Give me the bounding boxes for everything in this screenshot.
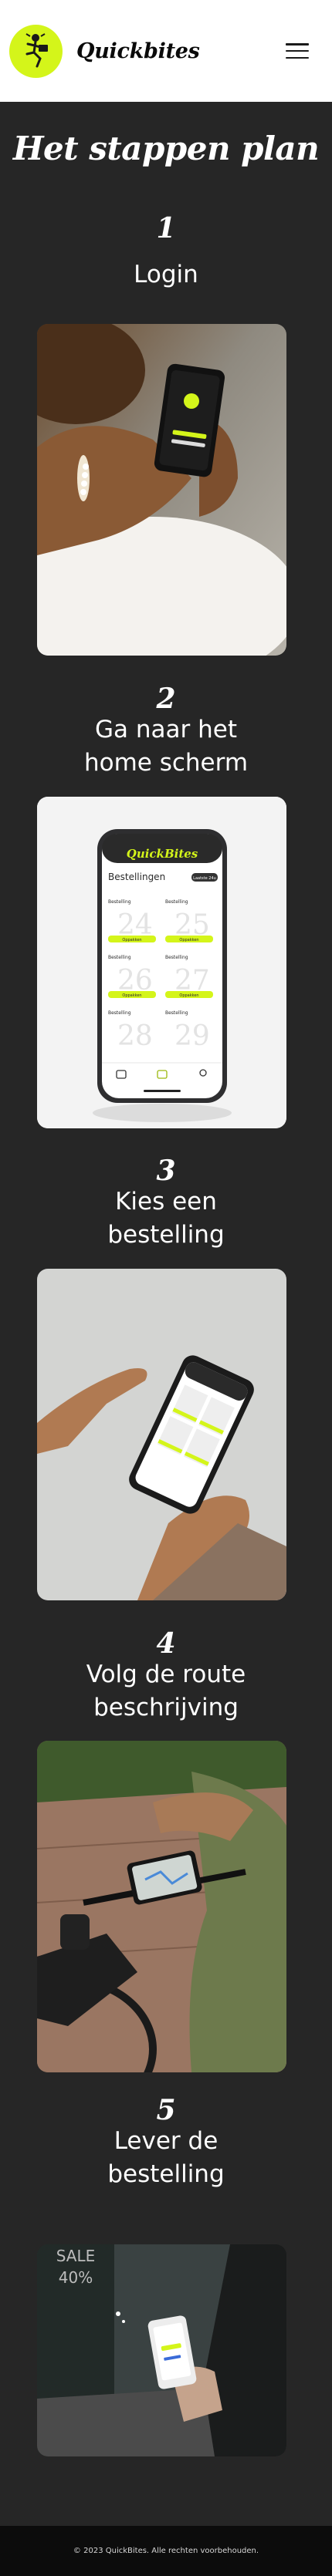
copyright-text: © 2023 QuickBites. Alle rechten voorbeho…	[73, 2547, 259, 2555]
step-5-title-line1: Lever de	[113, 2127, 219, 2155]
runner-mascot-icon	[25, 33, 48, 68]
step-3-title-line1: Kies een	[115, 1188, 217, 1216]
hand-tapping-phone-photo	[37, 1269, 286, 1600]
site-footer: © 2023 QuickBites. Alle rechten voorbeho…	[0, 2526, 332, 2576]
phone-card-label: Bestelling	[165, 899, 188, 905]
phone-card-label: Bestelling	[108, 955, 131, 960]
step-2-title-line2: home scherm	[83, 749, 249, 777]
brand-name[interactable]: Quickbites	[76, 39, 200, 63]
phone-card-label: Bestelling	[165, 955, 188, 960]
phone-brand-label: QuickBites	[127, 847, 198, 861]
step-4-number: 4	[156, 1627, 176, 1660]
phone-date-number: 28	[117, 1020, 153, 1052]
storefront-sign-top: SALE	[56, 2247, 96, 2265]
hamburger-menu-icon[interactable]	[286, 43, 309, 59]
step-3-number: 3	[156, 1155, 176, 1187]
phone-action-label: Oppakken	[179, 938, 198, 942]
step-4-title-line2: beschrijving	[93, 1694, 239, 1721]
phone-action-label: Oppakken	[122, 938, 141, 942]
logo[interactable]	[9, 24, 63, 78]
phone-date-number: 29	[174, 1020, 210, 1052]
hand-holding-phone-login-photo	[37, 324, 286, 656]
phone-action-label: Oppakken	[122, 993, 141, 998]
phone-action-label: Oppakken	[179, 993, 198, 998]
step-2-title-line1: Ga naar het	[95, 716, 237, 743]
page-title: Het stappen plan	[12, 130, 320, 167]
step-5-number: 5	[156, 2094, 176, 2126]
storefront-sign-bottom: 40%	[59, 2268, 93, 2287]
bike-phone-navigation-photo	[37, 1741, 286, 2072]
step-1-title: Login	[134, 261, 198, 288]
step-1-number: 1	[156, 212, 176, 244]
step-2-number: 2	[156, 683, 176, 715]
phone-section-label: Bestellingen	[108, 872, 165, 882]
step-4-title-line1: Volg de route	[86, 1661, 246, 1688]
delivery-storefront-photo: SALE 40%	[37, 2244, 286, 2456]
site-header: Quickbites	[0, 0, 332, 102]
phone-filter-label: Laatste 24u	[193, 876, 216, 881]
step-5-title-line2: bestelling	[107, 2160, 225, 2188]
phone-card-label: Bestelling	[108, 899, 131, 905]
phone-orders-screen-photo: QuickBites Bestellingen Laatste 24u Best…	[37, 797, 286, 1128]
step-3-title-line2: bestelling	[107, 1221, 225, 1249]
phone-card-label: Bestelling	[108, 1010, 131, 1016]
phone-card-label: Bestelling	[165, 1010, 188, 1016]
